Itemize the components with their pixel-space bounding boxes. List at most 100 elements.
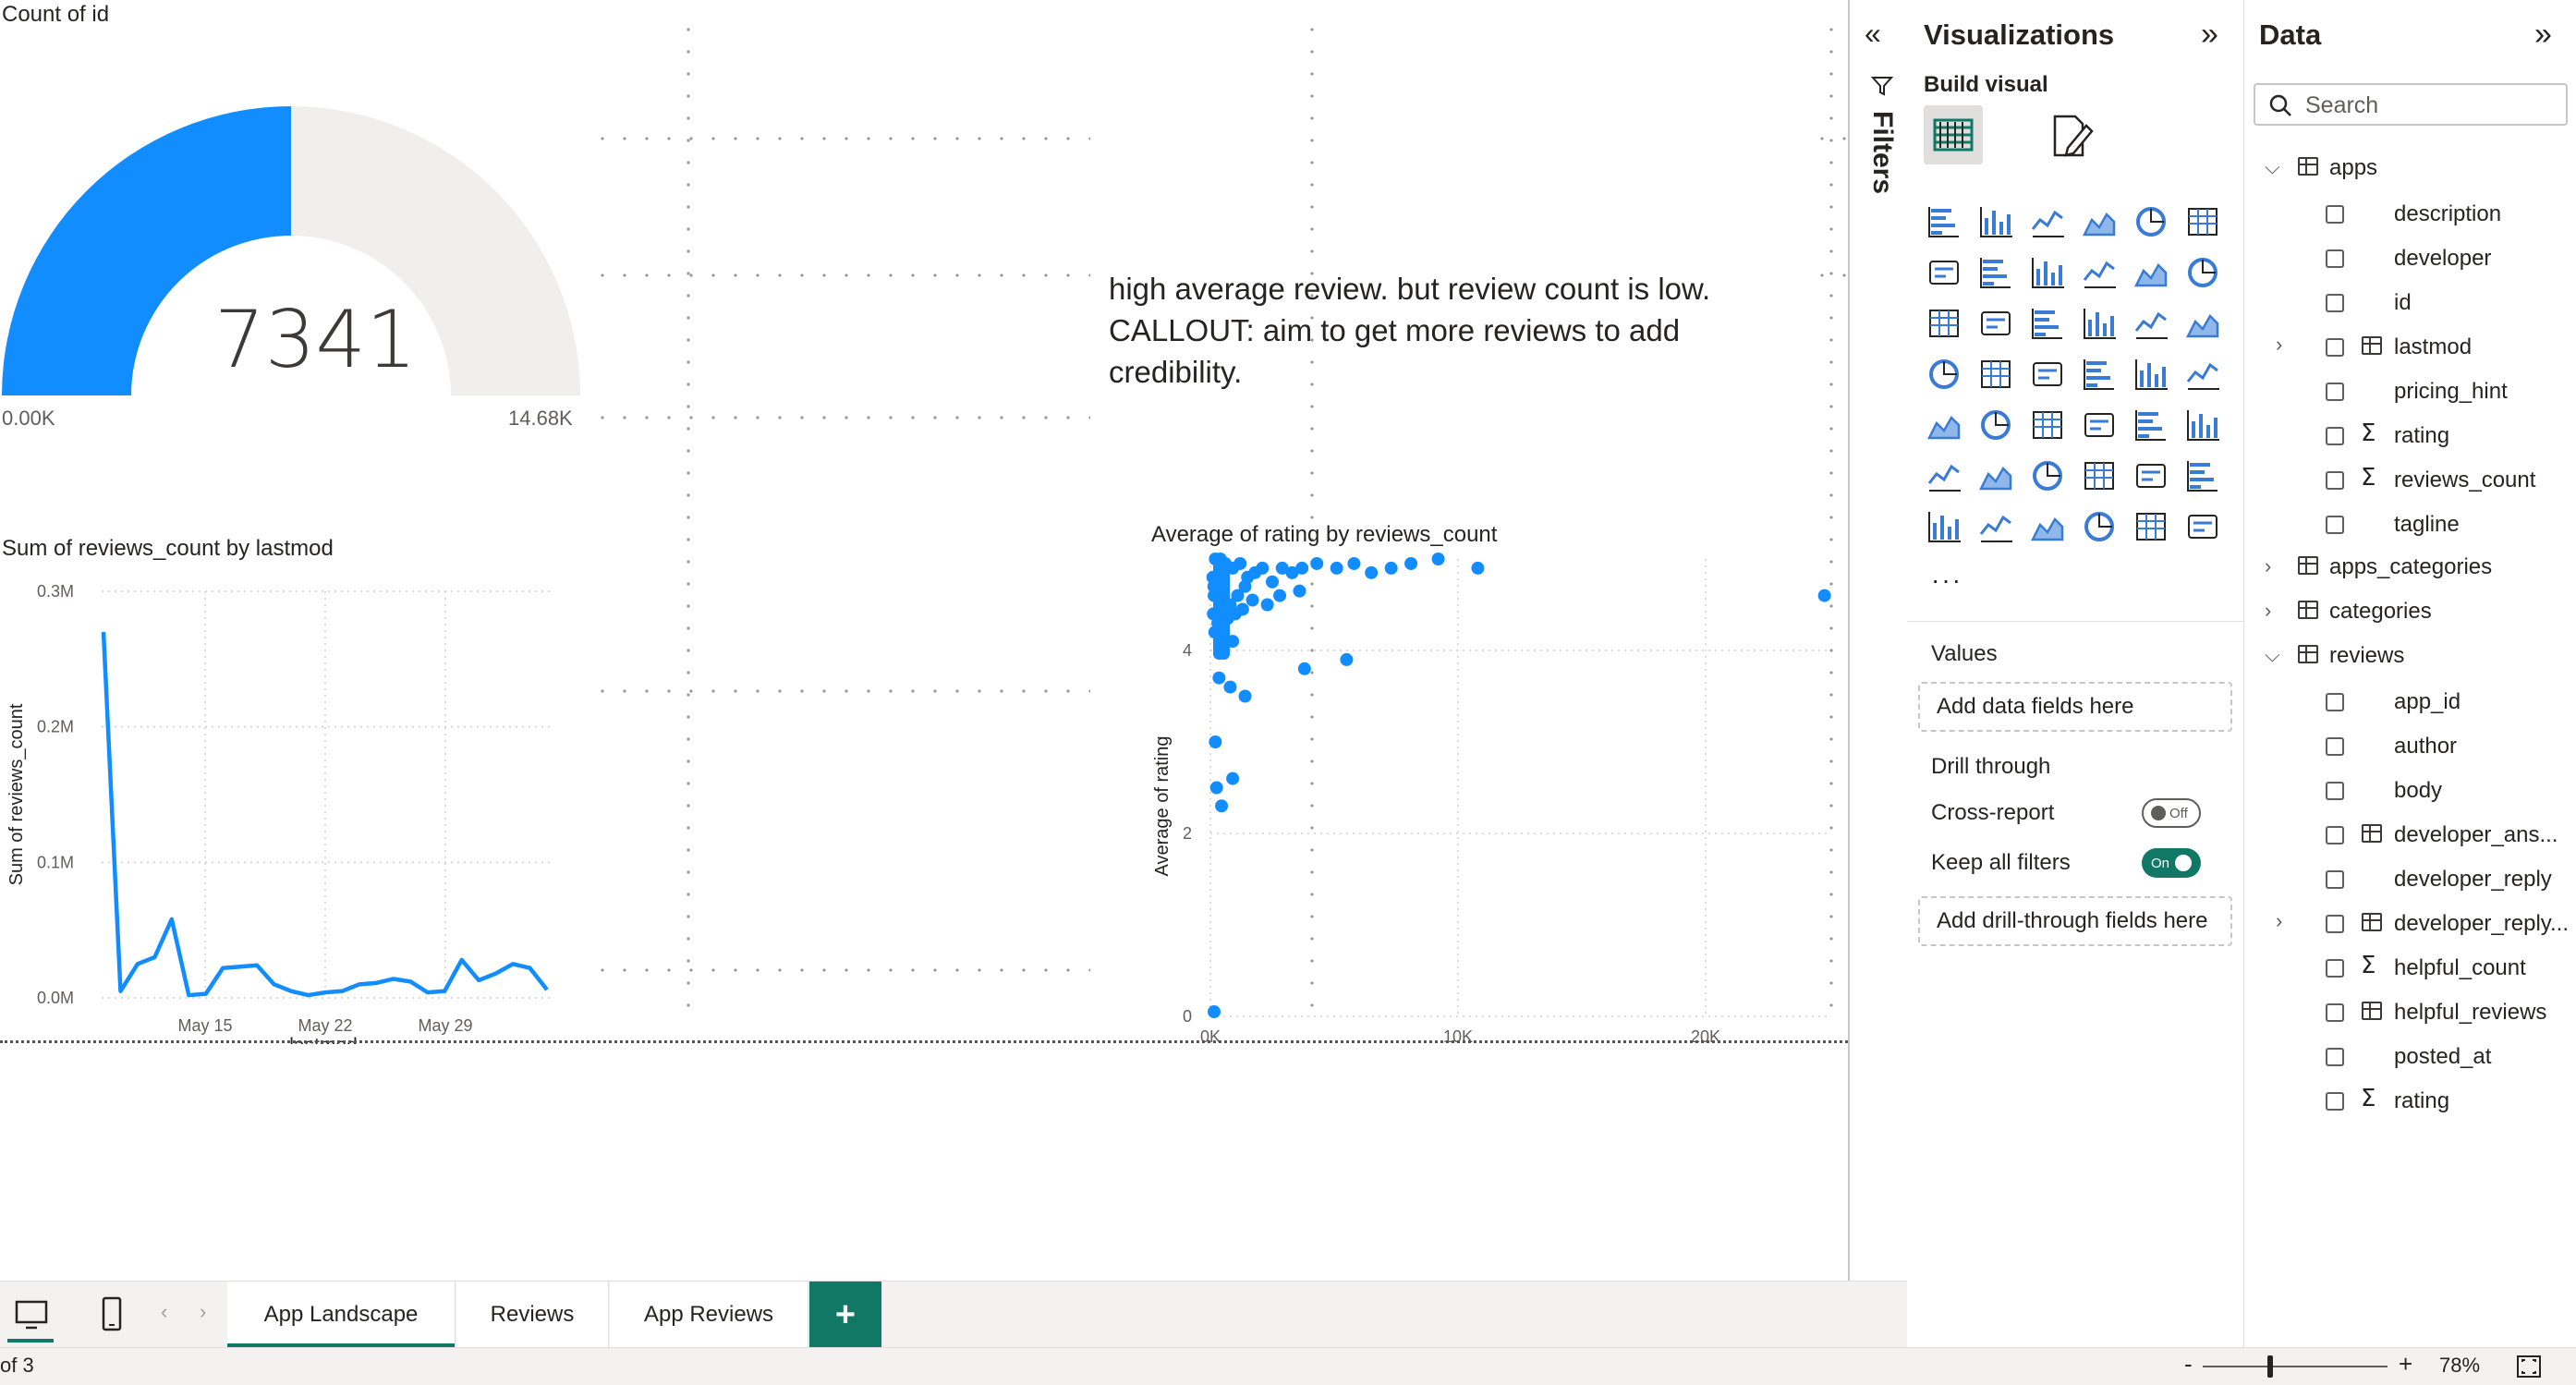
chevron-right-icon[interactable]: › <box>200 1300 206 1324</box>
decomposition-tree-icon[interactable] <box>2029 457 2066 494</box>
expand-right-icon[interactable]: » <box>2534 17 2552 53</box>
field-checkbox[interactable] <box>2326 205 2344 224</box>
chevron-right-icon[interactable]: › <box>2265 554 2271 578</box>
azure-map-icon[interactable] <box>2081 356 2118 393</box>
zoom-slider-thumb[interactable] <box>2267 1355 2273 1378</box>
tab-app-reviews[interactable]: App Reviews <box>610 1282 808 1348</box>
line-chart-icon[interactable] <box>1926 254 1962 291</box>
filters-pane[interactable]: « <box>1850 0 1908 1347</box>
filters-label[interactable]: Filters <box>1866 111 1898 194</box>
field-item[interactable]: › developer_reply... <box>2244 902 2576 946</box>
funnel-icon[interactable] <box>2029 305 2066 342</box>
chevron-right-icon[interactable]: › <box>2276 909 2282 933</box>
table-categories[interactable]: › categories <box>2244 591 2576 636</box>
gauge-visual[interactable]: Count of id 7341 0.00K 14.68K <box>0 0 591 443</box>
field-checkbox[interactable] <box>2326 737 2344 756</box>
zoom-in-button[interactable]: + <box>2399 1350 2412 1379</box>
clustered-bar-icon[interactable] <box>2029 203 2066 240</box>
field-item[interactable]: developer_reply <box>2244 857 2576 902</box>
waterfall-icon[interactable] <box>1977 305 2014 342</box>
field-item[interactable]: Σ rating <box>2244 414 2576 458</box>
ribbon-chart-icon[interactable] <box>1926 305 1962 342</box>
search-input[interactable]: Search <box>2254 83 2568 126</box>
table-icon[interactable] <box>2081 407 2118 443</box>
format-visual-icon[interactable] <box>2046 111 2097 163</box>
zoom-slider-track[interactable] <box>2203 1366 2388 1367</box>
pie-icon[interactable] <box>2132 305 2169 342</box>
power-automate-icon[interactable] <box>2184 508 2221 545</box>
collapse-left-icon[interactable]: « <box>1865 17 1881 51</box>
build-visual-tab[interactable] <box>1924 105 1983 164</box>
chevron-right-icon[interactable]: › <box>2265 599 2271 623</box>
field-item[interactable]: description <box>2244 192 2576 237</box>
field-item[interactable]: › lastmod <box>2244 325 2576 370</box>
stacked-column-icon[interactable] <box>1977 203 2014 240</box>
key-influencers-icon[interactable] <box>1977 457 2014 494</box>
stacked-bar-icon[interactable] <box>1926 203 1962 240</box>
callout-textbox[interactable]: high average review. but review count is… <box>1109 268 1829 393</box>
scatter-chart-visual[interactable]: Average of rating by reviews_count 0 2 4 0K… <box>1136 513 1839 1049</box>
goals-icon[interactable] <box>2184 457 2221 494</box>
field-item[interactable]: developer_ans... <box>2244 813 2576 857</box>
field-checkbox[interactable] <box>2326 826 2344 844</box>
field-item[interactable]: helpful_reviews <box>2244 990 2576 1035</box>
chevron-left-icon[interactable]: ‹ <box>161 1300 167 1324</box>
field-item[interactable]: app_id <box>2244 680 2576 724</box>
r-visual-icon[interactable] <box>2184 407 2221 443</box>
table-reviews[interactable]: ⌵ reviews <box>2244 636 2576 680</box>
field-checkbox[interactable] <box>2326 383 2344 401</box>
smart-narrative-icon[interactable] <box>2029 508 2066 545</box>
cross-report-toggle[interactable]: Off <box>2142 798 2201 828</box>
field-checkbox[interactable] <box>2326 249 2344 268</box>
line-clustered-column-icon[interactable] <box>2184 254 2221 291</box>
field-item[interactable]: author <box>2244 724 2576 769</box>
field-item[interactable]: pricing_hint <box>2244 370 2576 414</box>
mobile-layout-icon[interactable] <box>98 1294 126 1335</box>
donut-icon[interactable] <box>2184 305 2221 342</box>
stacked-area-icon[interactable] <box>2029 254 2066 291</box>
field-checkbox[interactable] <box>2326 427 2344 445</box>
powerapps-icon[interactable] <box>2132 508 2169 545</box>
tab-app-landscape[interactable]: App Landscape <box>227 1282 456 1348</box>
narrative-icon[interactable] <box>2132 457 2169 494</box>
field-checkbox[interactable] <box>2326 338 2344 357</box>
slicer-icon[interactable] <box>2029 407 2066 443</box>
clustered-column-icon[interactable] <box>2081 203 2118 240</box>
field-checkbox[interactable] <box>2326 693 2344 711</box>
field-checkbox[interactable] <box>2326 959 2344 978</box>
tab-reviews[interactable]: Reviews <box>456 1282 609 1348</box>
report-canvas[interactable]: Count of id 7341 0.00K 14.68K high avera… <box>0 0 1848 1281</box>
field-item[interactable]: Σ helpful_count <box>2244 946 2576 990</box>
field-item[interactable]: posted_at <box>2244 1035 2576 1079</box>
kpi-icon[interactable] <box>1977 407 2014 443</box>
100-bar-icon[interactable] <box>2132 203 2169 240</box>
field-item[interactable]: developer <box>2244 237 2576 281</box>
field-item[interactable]: tagline <box>2244 503 2576 547</box>
more-visuals-icon[interactable]: ··· <box>1931 565 1962 595</box>
field-checkbox[interactable] <box>2326 782 2344 800</box>
zoom-out-button[interactable]: - <box>2184 1350 2193 1379</box>
field-item[interactable]: id <box>2244 281 2576 325</box>
gauge-icon[interactable] <box>2132 356 2169 393</box>
field-item[interactable]: Σ rating <box>2244 1079 2576 1124</box>
qa-icon[interactable] <box>2081 457 2118 494</box>
card-icon[interactable] <box>2184 356 2221 393</box>
field-checkbox[interactable] <box>2326 870 2344 889</box>
paginated-report-icon[interactable] <box>1926 508 1962 545</box>
line-chart-visual[interactable]: Sum of reviews_count by lastmod 0.0M 0.1M… <box>0 527 573 1044</box>
field-checkbox[interactable] <box>2326 1003 2344 1022</box>
chevron-down-icon[interactable]: ⌵ <box>2265 643 2280 667</box>
field-checkbox[interactable] <box>2326 516 2344 534</box>
fit-to-page-icon[interactable] <box>2515 1354 2543 1379</box>
table-apps_categories[interactable]: › apps_categories <box>2244 547 2576 591</box>
field-checkbox[interactable] <box>2326 915 2344 933</box>
keep-filters-toggle[interactable]: On <box>2142 848 2201 878</box>
chevron-right-icon[interactable]: › <box>2276 333 2282 357</box>
expand-right-icon[interactable]: » <box>2201 17 2218 53</box>
matrix-icon[interactable] <box>2132 407 2169 443</box>
desktop-layout-icon[interactable] <box>13 1296 50 1333</box>
field-checkbox[interactable] <box>2326 1048 2344 1066</box>
field-item[interactable]: Σ reviews_count <box>2244 458 2576 503</box>
scatter-icon[interactable] <box>2081 305 2118 342</box>
field-checkbox[interactable] <box>2326 471 2344 490</box>
